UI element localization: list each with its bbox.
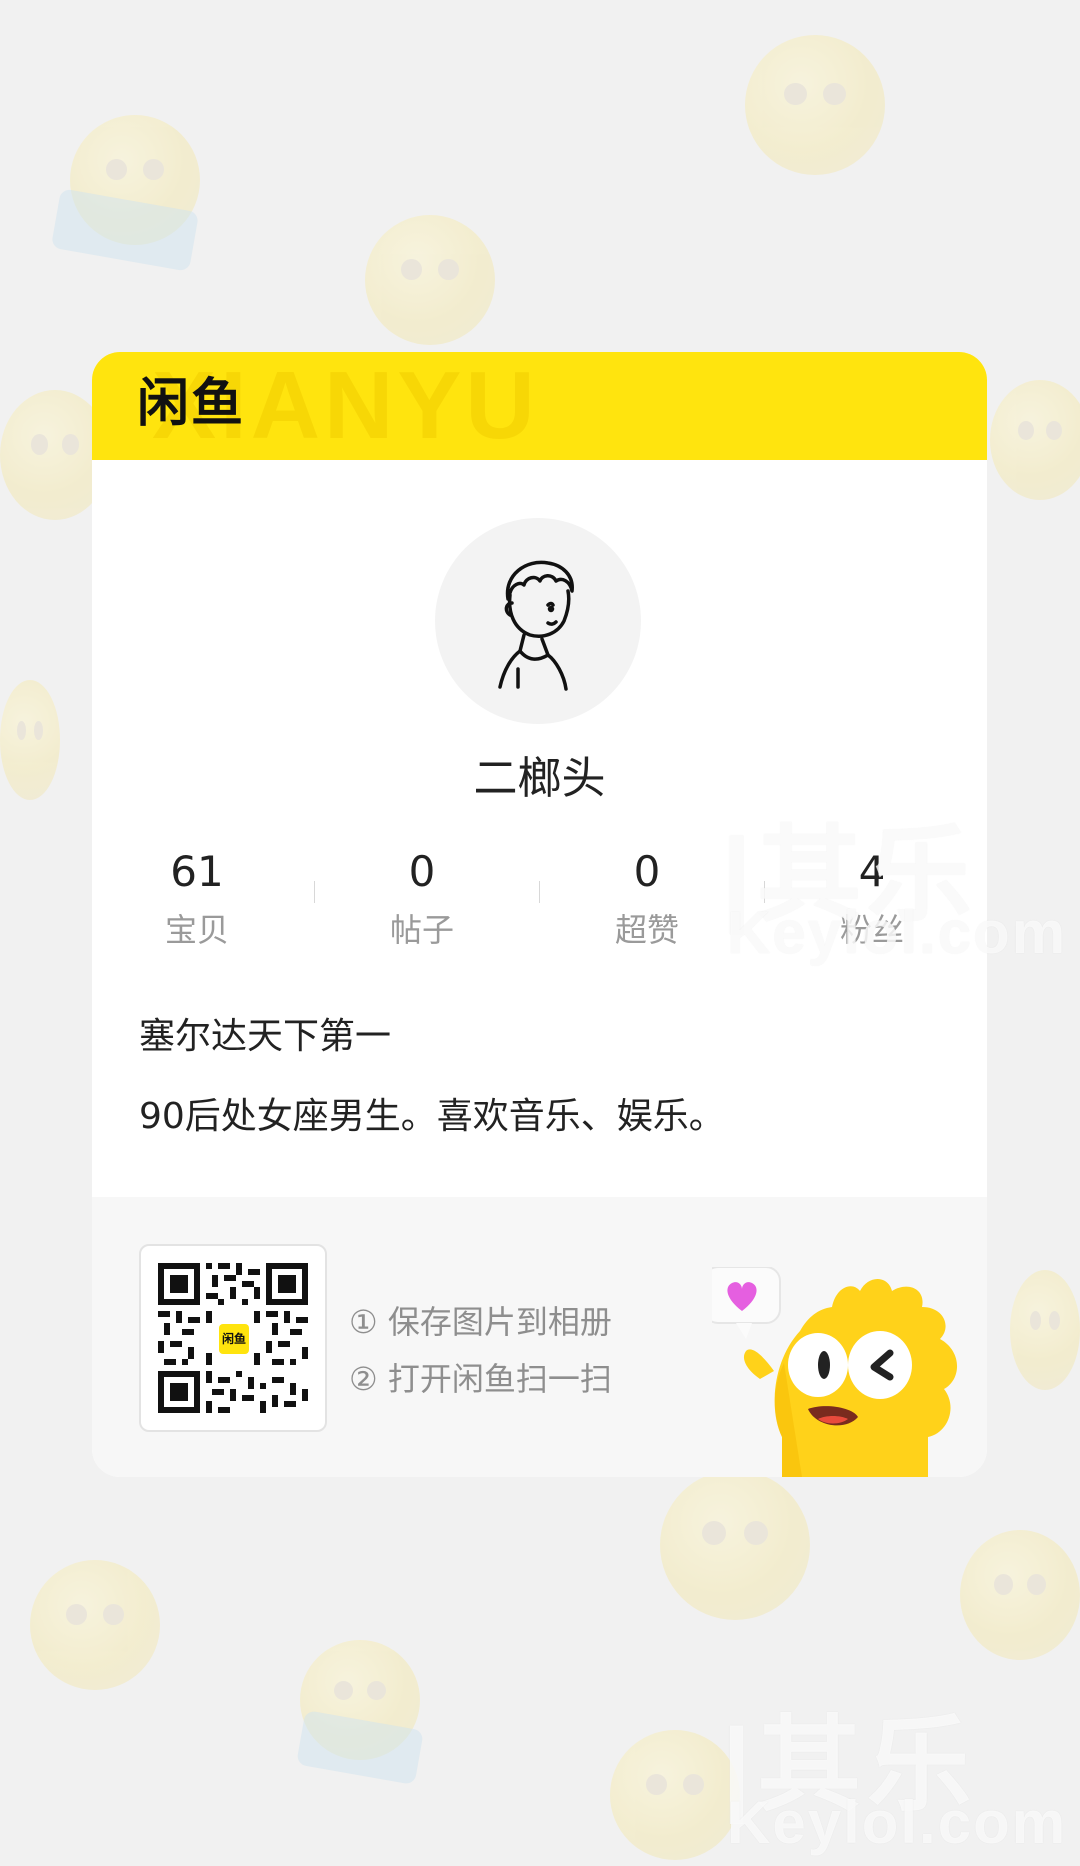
stats-row: 61 宝贝 0 帖子 0 超赞 4 粉丝 — [92, 847, 987, 957]
bg-emoji-sticker — [660, 1470, 810, 1620]
fish-mascot-icon — [712, 1267, 958, 1477]
stat-label: 宝贝 — [164, 911, 229, 950]
bg-emoji-sticker — [745, 35, 885, 175]
stat-divider — [539, 881, 540, 903]
bg-emoji-sticker — [30, 1560, 160, 1690]
bio-title: 塞尔达天下第一 — [139, 1016, 392, 1057]
bg-emoji-sticker — [990, 380, 1080, 500]
watermark-text: |其乐 — [722, 1708, 978, 1824]
avatar — [435, 518, 641, 724]
bg-emoji-sticker — [960, 1530, 1080, 1660]
stat-label: 超赞 — [614, 911, 679, 950]
stat-value: 61 — [170, 847, 224, 896]
profile-share-card: XIANYU 闲鱼 二榔头 61 宝贝 0 帖子 0 超赞 4 粉丝 塞尔达天下… — [92, 352, 987, 1477]
stat-value: 0 — [633, 847, 661, 896]
stat-posts[interactable]: 0 帖子 — [322, 847, 522, 951]
bg-emoji-sticker — [365, 215, 495, 345]
watermark-text: Keylol.com — [727, 1789, 1068, 1856]
bg-emoji-sticker — [0, 680, 60, 800]
share-footer: 闲鱼 ① 保存图片到相册 ② 打开闲鱼扫一扫 — [92, 1197, 987, 1477]
stat-likes[interactable]: 0 超赞 — [547, 847, 747, 951]
share-step-1: ① 保存图片到相册 — [349, 1303, 612, 1341]
stat-items[interactable]: 61 宝贝 — [97, 847, 297, 951]
stat-divider — [314, 881, 315, 903]
nickname: 二榔头 — [473, 753, 606, 804]
card-header: XIANYU 闲鱼 — [92, 352, 987, 460]
share-step-2: ② 打开闲鱼扫一扫 — [349, 1360, 612, 1398]
qr-code[interactable]: 闲鱼 — [139, 1244, 327, 1432]
bg-emoji-sticker — [610, 1730, 740, 1860]
heart-bubble-icon — [712, 1267, 781, 1339]
stat-fans[interactable]: 4 粉丝 — [772, 847, 972, 951]
stat-label: 帖子 — [389, 911, 454, 950]
stat-divider — [764, 881, 765, 903]
xianyu-logo: 闲鱼 — [137, 374, 246, 434]
qr-center-logo: 闲鱼 — [219, 1324, 249, 1354]
sketch-boy-avatar-icon — [498, 560, 574, 691]
bio-description: 90后处女座男生。喜欢音乐、娱乐。 — [139, 1096, 725, 1137]
stat-value: 4 — [858, 847, 886, 896]
stat-label: 粉丝 — [839, 911, 904, 950]
bg-emoji-sticker — [1010, 1270, 1080, 1390]
stat-value: 0 — [408, 847, 436, 896]
